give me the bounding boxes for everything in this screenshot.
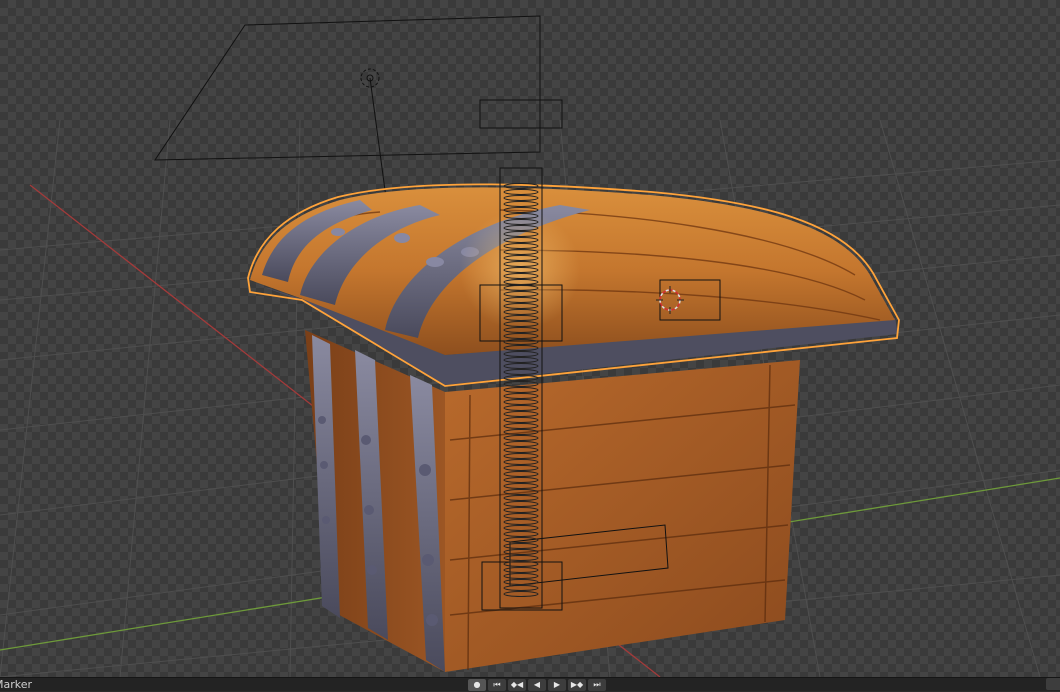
record-button[interactable]: ● xyxy=(468,679,486,691)
timeline-footer: Marker ● ⏮ ◆◀ ◀ ▶ ▶◆ ⏭ xyxy=(0,677,1060,691)
treasure-chest xyxy=(250,187,898,672)
play-button[interactable]: ▶ xyxy=(548,679,566,691)
playback-controls: ● ⏮ ◆◀ ◀ ▶ ▶◆ ⏭ xyxy=(468,679,606,691)
prev-keyframe-button[interactable]: ◆◀ xyxy=(508,679,526,691)
viewport-scene[interactable] xyxy=(0,0,1060,677)
frame-field[interactable] xyxy=(1046,678,1060,690)
chest-front xyxy=(445,360,800,672)
jump-end-button[interactable]: ⏭ xyxy=(588,679,606,691)
next-keyframe-button[interactable]: ▶◆ xyxy=(568,679,586,691)
marker-menu[interactable]: Marker xyxy=(0,678,40,692)
jump-start-button[interactable]: ⏮ xyxy=(488,679,506,691)
play-reverse-button[interactable]: ◀ xyxy=(528,679,546,691)
3d-viewport[interactable] xyxy=(0,0,1060,677)
